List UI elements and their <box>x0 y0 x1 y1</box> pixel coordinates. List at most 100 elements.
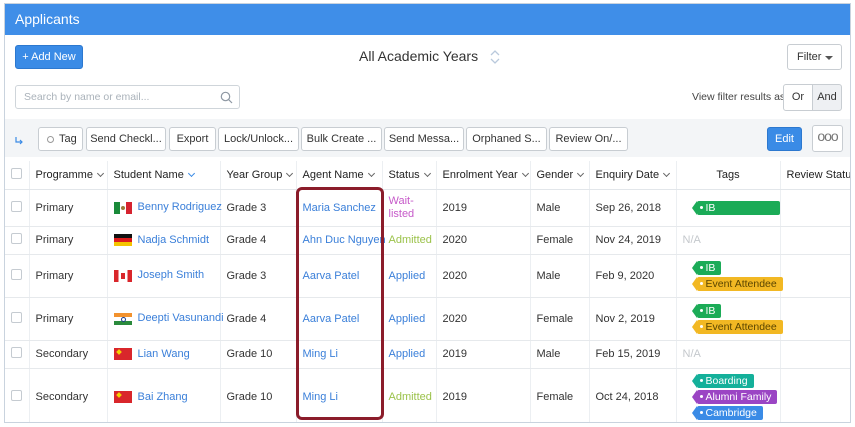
agent-name-link[interactable]: Ahn Duc Nguyen <box>303 234 386 246</box>
tags-cell: Boarding Alumni Family Cambridge <box>676 368 781 422</box>
view-filter-label: View filter results as: <box>692 91 789 103</box>
tag-badge[interactable]: Event Attendee <box>691 276 783 291</box>
column-header-agent-name[interactable]: Agent Name <box>296 161 383 190</box>
student-name-link[interactable]: Nadja Schmidt <box>138 234 210 246</box>
student-name-link[interactable]: Benny Rodriguez <box>138 201 222 213</box>
table-row[interactable]: Secondary Bai Zhang Grade 10 Ming Li Adm… <box>5 368 850 422</box>
row-checkbox[interactable] <box>11 200 22 212</box>
caret-down-icon <box>825 56 833 60</box>
agent-name-link[interactable]: Maria Sanchez <box>303 202 376 214</box>
send-checklist-button[interactable]: Send Checkl... <box>86 127 166 151</box>
column-header-status[interactable]: Status <box>382 161 437 190</box>
agent-name-cell: Ming Li <box>296 368 383 422</box>
year-group-cell: Grade 10 <box>220 340 297 369</box>
search-input[interactable]: Search by name or email... <box>15 85 240 109</box>
or-toggle-button[interactable]: Or <box>783 84 813 111</box>
tag-badge[interactable]: IB <box>691 260 722 275</box>
tag-badge[interactable]: IB <box>691 200 780 215</box>
student-name-cell: Bai Zhang <box>107 368 221 422</box>
student-name-link[interactable]: Deepti Vasunandi <box>138 312 224 324</box>
india-flag-icon <box>113 312 132 325</box>
year-group-cell: Grade 10 <box>220 368 297 422</box>
send-message-button[interactable]: Send Messa... <box>384 127 464 151</box>
column-header-tags[interactable]: Tags <box>676 161 781 190</box>
add-new-button[interactable]: + Add New <box>15 45 83 69</box>
student-name-link[interactable]: Joseph Smith <box>138 269 205 281</box>
filter-dropdown[interactable]: Filter <box>787 44 842 70</box>
programme-cell: Primary <box>29 226 108 255</box>
tag-badge[interactable]: Alumni Family <box>691 390 778 404</box>
agent-name-cell: Aarva Patel <box>296 297 383 341</box>
student-name-cell: Nadja Schmidt <box>107 226 221 255</box>
tag-badge[interactable]: Boarding <box>691 374 754 388</box>
column-header-student-name[interactable]: Student Name <box>107 161 221 190</box>
status-cell: Applied <box>382 297 437 341</box>
tag-badge[interactable]: Event Attendee <box>691 319 783 334</box>
export-button[interactable]: Export <box>169 127 216 151</box>
enquiry-date-cell: Nov 24, 2019 <box>589 226 677 255</box>
academic-year-selector[interactable]: All Academic Years <box>359 48 478 64</box>
chevron-down-icon <box>187 169 195 177</box>
select-arrow-icon[interactable] <box>15 135 29 147</box>
more-options-button[interactable]: ooo <box>812 125 843 152</box>
status-badge: Wait-listed <box>388 194 415 220</box>
column-header-enquiry-date[interactable]: Enquiry Date <box>589 161 677 190</box>
agent-name-link[interactable]: Aarva Patel <box>303 270 360 282</box>
student-name-cell: Lian Wang <box>107 340 221 369</box>
programme-cell: Secondary <box>29 340 108 369</box>
gender-cell: Female <box>530 226 590 255</box>
lock-unlock-button[interactable]: Lock/Unlock... <box>218 127 299 151</box>
enquiry-date-cell: Feb 9, 2020 <box>589 254 677 298</box>
column-header-gender[interactable]: Gender <box>530 161 590 190</box>
row-checkbox[interactable] <box>11 311 22 323</box>
china-flag-icon <box>113 348 132 361</box>
tag-button[interactable]: Tag <box>38 127 83 151</box>
table-row[interactable]: Secondary Lian Wang Grade 10 Ming Li App… <box>5 340 850 369</box>
agent-name-link[interactable]: Aarva Patel <box>303 313 360 325</box>
review-on-off-button[interactable]: Review On/... <box>549 127 628 151</box>
column-header-programme[interactable]: Programme <box>29 161 108 190</box>
canada-flag-icon <box>113 269 132 282</box>
table-header-row: Programme Student Name Year Group Agent … <box>5 161 850 190</box>
row-checkbox[interactable] <box>11 233 22 244</box>
table-row[interactable]: Primary Joseph Smith Grade 3 Aarva Patel… <box>5 254 850 298</box>
sort-toggle-icon[interactable] <box>489 48 501 66</box>
table-row[interactable]: Primary Deepti Vasunandi Grade 4 Aarva P… <box>5 297 850 341</box>
agent-name-cell: Ming Li <box>296 340 383 369</box>
status-badge: Applied <box>388 348 426 360</box>
more-icon: ooo <box>817 128 838 144</box>
select-all-checkbox[interactable] <box>11 167 22 179</box>
gender-cell: Male <box>530 254 590 298</box>
row-checkbox[interactable] <box>11 347 22 358</box>
row-checkbox[interactable] <box>11 390 22 401</box>
select-all-cell[interactable] <box>5 161 30 190</box>
student-name-link[interactable]: Lian Wang <box>138 348 190 360</box>
student-name-cell: Benny Rodriguez <box>107 189 222 227</box>
tags-na-text: N/A <box>682 348 701 360</box>
review-status-cell <box>780 368 850 422</box>
review-status-cell <box>780 340 850 369</box>
tags-cell: IB Event Attendee <box>676 297 783 341</box>
table-row[interactable]: Primary Benny Rodriguez Grade 3 Maria Sa… <box>5 189 850 227</box>
status-badge: Admitted <box>388 391 432 403</box>
tag-badge[interactable]: Cambridge <box>691 406 763 420</box>
year-group-cell: Grade 3 <box>220 189 297 227</box>
search-placeholder: Search by name or email... <box>24 91 150 103</box>
row-checkbox[interactable] <box>11 268 22 280</box>
student-name-link[interactable]: Bai Zhang <box>138 391 188 403</box>
column-header-review-status[interactable]: Review Status <box>780 161 850 190</box>
agent-name-link[interactable]: Ming Li <box>303 348 338 360</box>
review-status-cell <box>780 254 850 298</box>
edit-button[interactable]: Edit <box>767 127 802 151</box>
column-header-year-group[interactable]: Year Group <box>220 161 297 190</box>
bulk-create-button[interactable]: Bulk Create ... <box>301 127 382 151</box>
tag-badge[interactable]: IB <box>691 303 722 318</box>
chevron-down-icon <box>521 169 529 177</box>
and-toggle-button[interactable]: And <box>812 84 842 111</box>
tags-cell: N/A <box>676 226 781 255</box>
gender-cell: Female <box>530 368 590 422</box>
table-row[interactable]: Primary Nadja Schmidt Grade 4 Ahn Duc Ng… <box>5 226 850 255</box>
orphaned-students-button[interactable]: Orphaned S... <box>466 127 547 151</box>
agent-name-link[interactable]: Ming Li <box>303 391 338 403</box>
column-header-enrolment-year[interactable]: Enrolment Year <box>436 161 531 190</box>
